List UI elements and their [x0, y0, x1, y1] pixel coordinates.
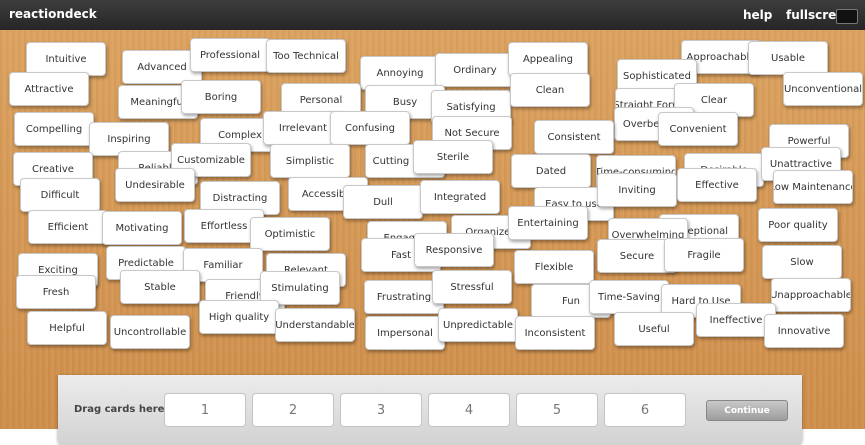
word-card[interactable]: Integrated — [420, 180, 500, 214]
top-bar: reactiondeck help fullscreen — [0, 0, 865, 30]
word-card[interactable]: Appealing — [508, 42, 588, 76]
fullscreen-toggle-icon[interactable] — [836, 9, 858, 24]
card-board: Intuitive Attractive Advanced Professional T… — [0, 30, 865, 445]
word-card[interactable]: Low Maintenance — [773, 170, 853, 204]
word-card[interactable]: Optimistic — [250, 217, 330, 251]
word-card[interactable]: Confusing — [330, 111, 410, 145]
word-card[interactable]: Too Technical — [266, 39, 346, 73]
word-card[interactable]: Compelling — [14, 112, 94, 146]
word-card[interactable]: Intuitive — [26, 42, 106, 76]
word-card[interactable]: Difficult — [20, 178, 100, 212]
word-card[interactable]: Professional — [190, 38, 270, 72]
word-card[interactable]: Responsive — [414, 233, 494, 267]
word-card[interactable]: Time-Saving — [589, 280, 669, 314]
word-card[interactable]: Effective — [677, 168, 757, 202]
drop-slot-2[interactable]: 2 — [252, 393, 334, 427]
word-card[interactable]: Flexible — [514, 250, 594, 284]
drop-slot-5[interactable]: 5 — [516, 393, 598, 427]
word-card[interactable]: Understandable — [275, 308, 355, 342]
word-card[interactable]: High quality — [199, 300, 279, 334]
word-card[interactable]: Useful — [614, 312, 694, 346]
drop-slot-6[interactable]: 6 — [604, 393, 686, 427]
drop-tray: Drag cards here: 1 2 3 4 5 6 Continue — [58, 375, 802, 445]
word-card[interactable]: Unapproachable — [771, 278, 851, 312]
word-card[interactable]: Inviting — [597, 173, 677, 207]
word-card[interactable]: Stable — [120, 270, 200, 304]
word-card[interactable]: Dated — [511, 154, 591, 188]
word-card[interactable]: Unpredictable — [438, 308, 518, 342]
tray-label: Drag cards here: — [74, 404, 169, 415]
word-card[interactable]: Unconventional — [783, 72, 863, 106]
continue-button[interactable]: Continue — [706, 400, 788, 421]
word-card[interactable]: Consistent — [534, 120, 614, 154]
word-card[interactable]: Convenient — [658, 112, 738, 146]
word-card[interactable]: Poor quality — [758, 208, 838, 242]
word-card[interactable]: Slow — [762, 245, 842, 279]
word-card[interactable]: Impersonal — [365, 316, 445, 350]
word-card[interactable]: Helpful — [27, 311, 107, 345]
word-card[interactable]: Fragile — [664, 238, 744, 272]
word-card[interactable]: Entertaining — [508, 206, 588, 240]
word-card[interactable]: Dull — [343, 185, 423, 219]
word-card[interactable]: Stressful — [432, 270, 512, 304]
word-card[interactable]: Attractive — [9, 72, 89, 106]
word-card[interactable]: Simplistic — [270, 144, 350, 178]
word-card[interactable]: Clean — [510, 73, 590, 107]
word-card[interactable]: Motivating — [102, 211, 182, 245]
word-card[interactable]: Undesirable — [115, 168, 195, 202]
word-card[interactable]: Efficient — [28, 210, 108, 244]
word-card[interactable]: Innovative — [764, 314, 844, 348]
drop-slot-1[interactable]: 1 — [164, 393, 246, 427]
help-link[interactable]: help — [743, 8, 772, 22]
word-card[interactable]: Sterile — [413, 140, 493, 174]
drop-slot-4[interactable]: 4 — [428, 393, 510, 427]
word-card[interactable]: Uncontrollable — [110, 315, 190, 349]
word-card[interactable]: Inconsistent — [515, 316, 595, 350]
word-card[interactable]: Fresh — [16, 275, 96, 309]
word-card[interactable]: Usable — [748, 41, 828, 75]
app-logo: reactiondeck — [9, 7, 97, 21]
word-card[interactable]: Boring — [181, 80, 261, 114]
word-card[interactable]: Ordinary — [435, 53, 515, 87]
drop-slot-3[interactable]: 3 — [340, 393, 422, 427]
